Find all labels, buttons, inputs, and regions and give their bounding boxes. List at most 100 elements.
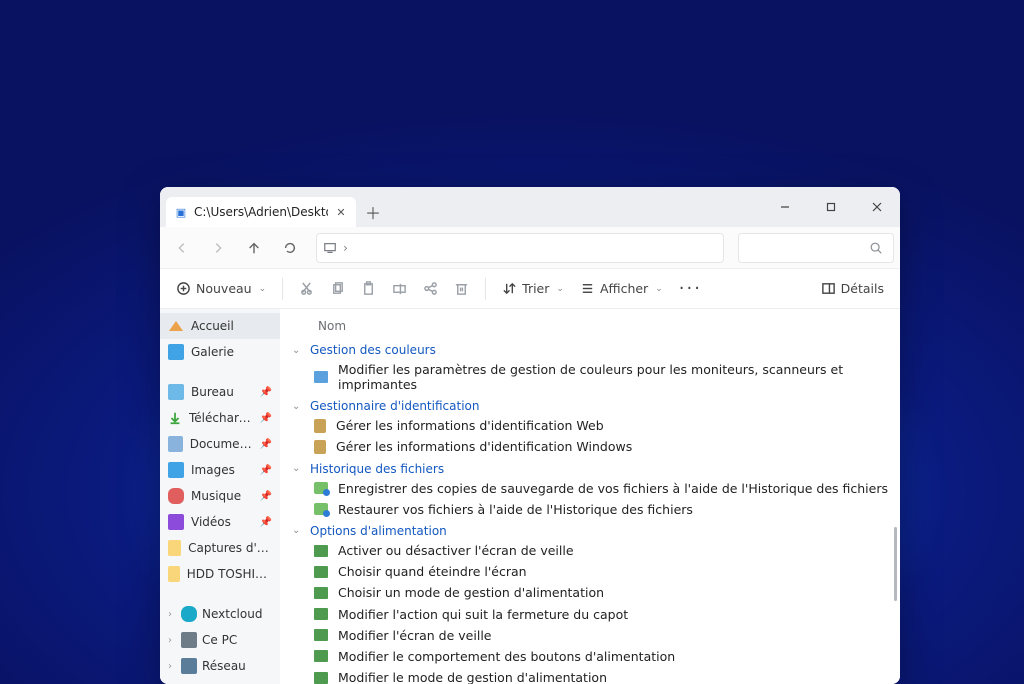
item-label: Restaurer vos fichiers à l'aide de l'His…: [338, 502, 693, 517]
documents-icon: [168, 436, 183, 452]
item-icon: [314, 503, 328, 515]
column-header-name[interactable]: Nom: [280, 313, 900, 339]
sidebar-item-documents[interactable]: Documents 📌: [160, 431, 280, 457]
expand-icon[interactable]: ›: [164, 635, 176, 646]
sort-indicator-icon: ⌃: [280, 309, 900, 313]
details-label: Détails: [841, 281, 884, 296]
item-icon: [314, 566, 328, 578]
paste-button[interactable]: [355, 274, 382, 304]
desktop-icon: [168, 384, 184, 400]
item-icon: [314, 440, 326, 454]
group-header[interactable]: ⌄Gestion des couleurs: [280, 339, 900, 359]
item-icon: [314, 482, 328, 494]
item-icon: [314, 650, 328, 662]
item-icon: [314, 545, 328, 557]
refresh-button[interactable]: [274, 233, 306, 263]
delete-button[interactable]: [448, 274, 475, 304]
list-item[interactable]: Modifier le comportement des boutons d'a…: [280, 646, 900, 667]
list-item[interactable]: Modifier les paramètres de gestion de co…: [280, 359, 900, 395]
sidebar-item-hdd[interactable]: HDD TOSHIBA MQ0: [160, 561, 280, 587]
chevron-down-icon[interactable]: ⌄: [292, 401, 304, 412]
list-item[interactable]: Choisir quand éteindre l'écran: [280, 561, 900, 582]
window-controls: [762, 187, 900, 227]
item-label: Modifier le comportement des boutons d'a…: [338, 649, 675, 664]
address-bar[interactable]: ›: [316, 233, 724, 263]
sidebar-item-network[interactable]: › Réseau: [160, 653, 280, 679]
sidebar-item-screenshots[interactable]: Captures d'écran: [160, 535, 280, 561]
maximize-button[interactable]: [808, 187, 854, 227]
rename-button[interactable]: [386, 274, 413, 304]
search-box[interactable]: [738, 233, 894, 263]
more-button[interactable]: ···: [673, 274, 708, 304]
group-header[interactable]: ⌄Gestionnaire d'identification: [280, 395, 900, 415]
item-label: Activer ou désactiver l'écran de veille: [338, 543, 574, 558]
list-item[interactable]: Enregistrer des copies de sauvegarde de …: [280, 478, 900, 499]
item-icon: [314, 672, 328, 684]
close-button[interactable]: [854, 187, 900, 227]
command-bar: Nouveau ⌄ Trier ⌄ Afficher ⌄ ··· Détails: [160, 269, 900, 309]
item-label: Choisir un mode de gestion d'alimentatio…: [338, 585, 604, 600]
group-title: Options d'alimentation: [310, 524, 447, 538]
videos-icon: [168, 514, 184, 530]
list-item[interactable]: Activer ou désactiver l'écran de veille: [280, 540, 900, 561]
tab-close-icon[interactable]: ✕: [334, 205, 348, 219]
list-item[interactable]: Restaurer vos fichiers à l'aide de l'His…: [280, 499, 900, 520]
explorer-body: Accueil Galerie Bureau 📌 Téléchargement …: [160, 309, 900, 684]
minimize-button[interactable]: [762, 187, 808, 227]
sidebar-item-music[interactable]: Musique 📌: [160, 483, 280, 509]
cut-button[interactable]: [293, 274, 320, 304]
list-item[interactable]: Modifier l'écran de veille: [280, 625, 900, 646]
file-list[interactable]: ⌃ Nom ⌄Gestion des couleursModifier les …: [280, 309, 900, 684]
expand-icon[interactable]: ›: [164, 609, 176, 620]
back-button[interactable]: [166, 233, 198, 263]
item-icon: [314, 371, 328, 383]
copy-button[interactable]: [324, 274, 351, 304]
sidebar-item-images[interactable]: Images 📌: [160, 457, 280, 483]
home-icon: [168, 318, 184, 334]
new-tab-button[interactable]: ＋: [356, 197, 390, 227]
pin-icon: 📌: [260, 517, 272, 528]
pin-icon: 📌: [260, 387, 272, 398]
share-button[interactable]: [417, 274, 444, 304]
sidebar-item-gallery[interactable]: Galerie: [160, 339, 280, 365]
list-item[interactable]: Modifier l'action qui suit la fermeture …: [280, 604, 900, 625]
list-item[interactable]: Modifier le mode de gestion d'alimentati…: [280, 667, 900, 684]
item-label: Choisir quand éteindre l'écran: [338, 564, 527, 579]
sidebar-item-thispc[interactable]: › Ce PC: [160, 627, 280, 653]
explorer-window: ▣ C:\Users\Adrien\Desktop\God ✕ ＋: [160, 187, 900, 684]
list-item[interactable]: Choisir un mode de gestion d'alimentatio…: [280, 582, 900, 603]
chevron-down-icon[interactable]: ⌄: [292, 463, 304, 474]
up-button[interactable]: [238, 233, 270, 263]
chevron-down-icon[interactable]: ⌄: [292, 345, 304, 356]
forward-button[interactable]: [202, 233, 234, 263]
pin-icon: 📌: [260, 465, 272, 476]
pin-icon: 📌: [260, 491, 272, 502]
sidebar-item-downloads[interactable]: Téléchargement 📌: [160, 405, 280, 431]
new-button[interactable]: Nouveau ⌄: [170, 274, 272, 304]
list-item[interactable]: Gérer les informations d'identification …: [280, 415, 900, 436]
pin-icon: 📌: [260, 413, 272, 424]
music-icon: [168, 488, 184, 504]
address-chevron-icon[interactable]: ›: [343, 240, 348, 255]
sidebar-item-desktop[interactable]: Bureau 📌: [160, 379, 280, 405]
expand-icon[interactable]: ›: [164, 661, 176, 672]
chevron-down-icon: ⌄: [556, 284, 564, 294]
search-icon: [869, 241, 883, 255]
group-header[interactable]: ⌄Historique des fichiers: [280, 458, 900, 478]
item-label: Modifier l'action qui suit la fermeture …: [338, 607, 628, 622]
view-button[interactable]: Afficher ⌄: [574, 274, 669, 304]
sort-button[interactable]: Trier ⌄: [496, 274, 570, 304]
gallery-icon: [168, 344, 184, 360]
item-icon: [314, 629, 328, 641]
sidebar-item-home[interactable]: Accueil: [160, 313, 280, 339]
tab-active[interactable]: ▣ C:\Users\Adrien\Desktop\God ✕: [166, 197, 356, 227]
sidebar-item-nextcloud[interactable]: › Nextcloud: [160, 601, 280, 627]
details-pane-button[interactable]: Détails: [815, 274, 890, 304]
chevron-down-icon[interactable]: ⌄: [292, 525, 304, 536]
sidebar-item-videos[interactable]: Vidéos 📌: [160, 509, 280, 535]
network-icon: [181, 658, 197, 674]
list-item[interactable]: Gérer les informations d'identification …: [280, 436, 900, 457]
pin-icon: 📌: [260, 439, 272, 450]
scrollbar-thumb[interactable]: [894, 527, 897, 601]
group-header[interactable]: ⌄ Options d'alimentation: [280, 520, 900, 540]
